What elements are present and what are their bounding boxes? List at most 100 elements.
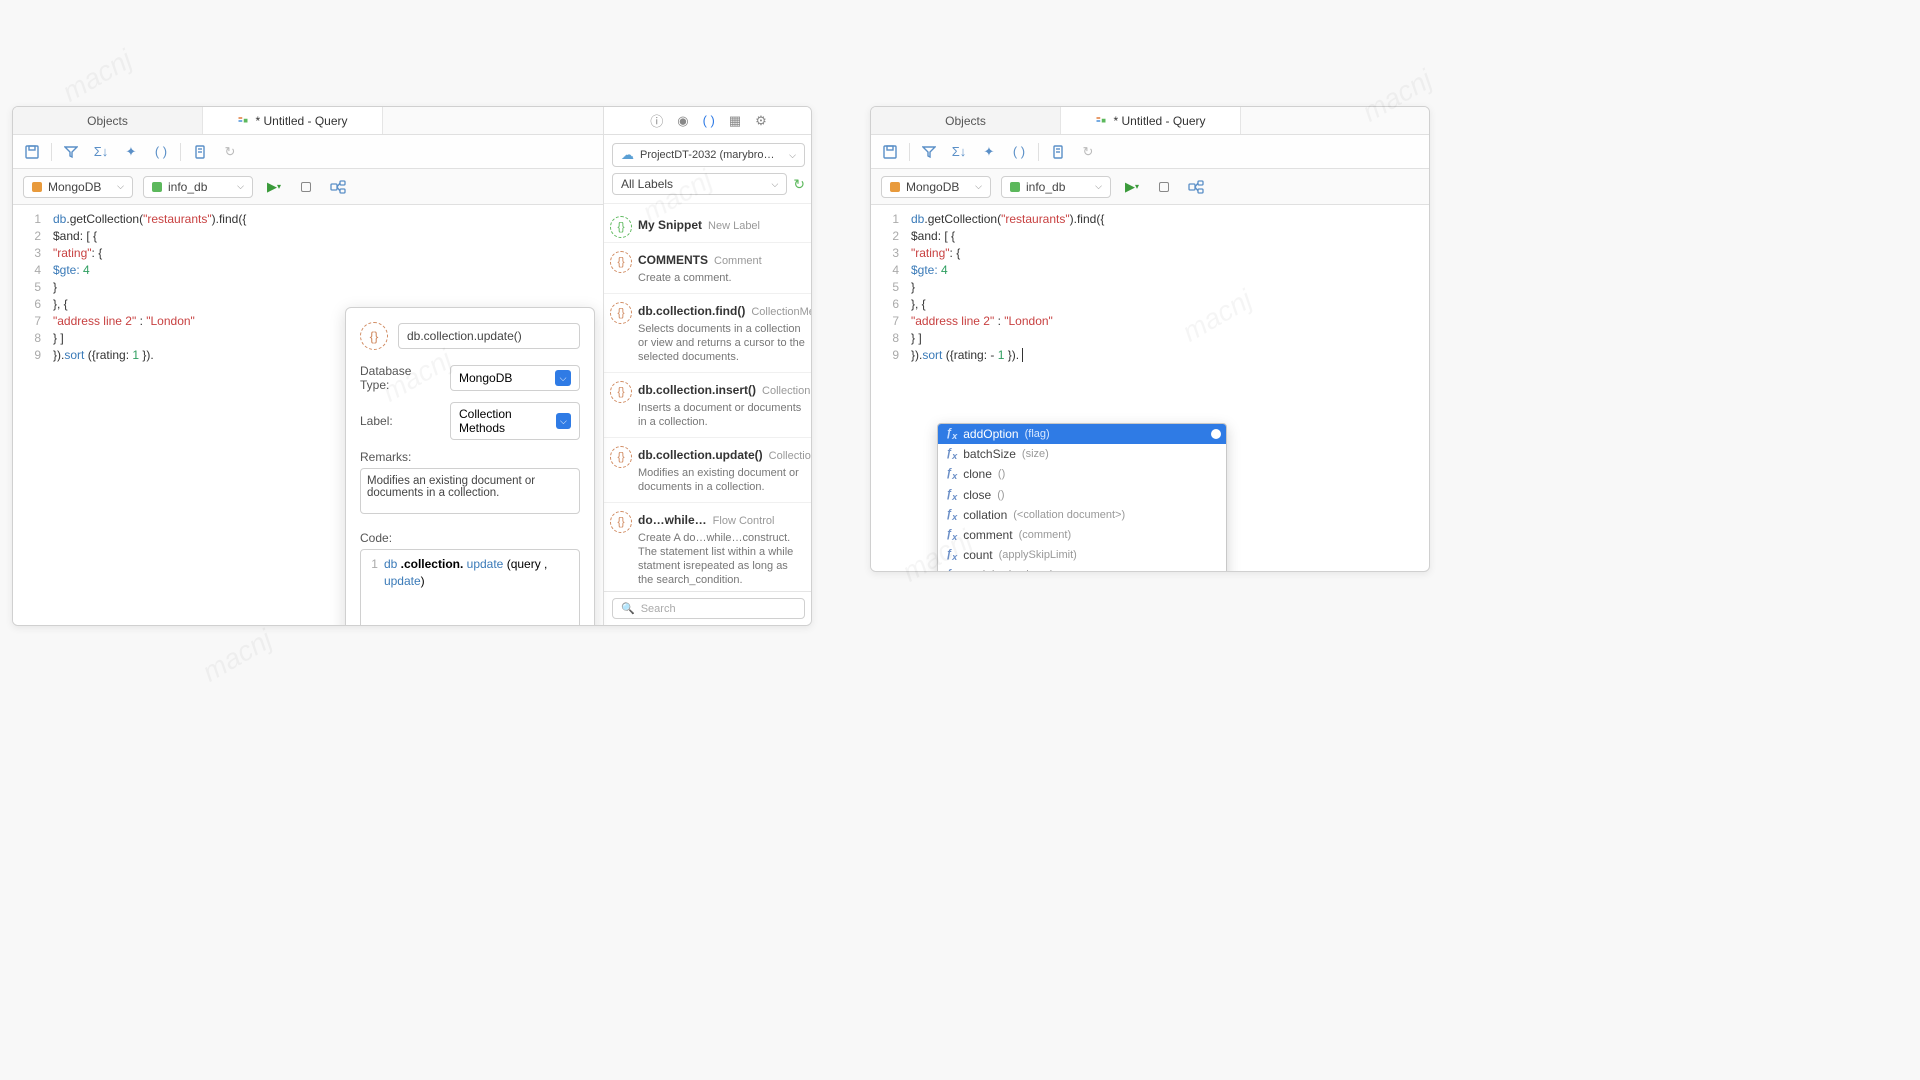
explain-icon[interactable] (327, 176, 349, 198)
connection-value: MongoDB (48, 180, 101, 194)
autocomplete-item[interactable]: ƒxcomment (comment) (938, 525, 1226, 545)
label-filter-value: All Labels (621, 177, 673, 191)
snippet-list[interactable]: {} My SnippetNew Label {} COMMENTSCommen… (604, 204, 812, 591)
document-icon[interactable] (1047, 141, 1069, 163)
sync-icon[interactable]: ↻ (793, 176, 805, 193)
code-textarea[interactable]: 1db .collection. update (query , update) (360, 549, 580, 626)
autocomplete-item[interactable]: ƒxbatchSize (size) (938, 444, 1226, 464)
snippet-icon: {} (610, 302, 632, 324)
refresh-icon[interactable]: ↻ (1077, 141, 1099, 163)
autocomplete-item[interactable]: ƒxaddOption (flag) (938, 424, 1226, 444)
database-icon (1010, 182, 1020, 192)
snippet-item[interactable]: {} COMMENTSComment Create a comment. (604, 243, 812, 294)
filter-icon[interactable] (918, 141, 940, 163)
sort-icon[interactable]: Σ↓ (90, 141, 112, 163)
snippet-search: 🔍 Search (604, 591, 812, 625)
tab-bar: Objects * Untitled - Query (871, 107, 1429, 135)
code-editor[interactable]: 123456789 db.getCollection("restaurants"… (871, 205, 1429, 571)
snippet-item[interactable]: {} db.collection.find()CollectionMet… Se… (604, 294, 812, 373)
code-label: Code: (360, 531, 580, 545)
chevron-down-icon: ⌵ (117, 181, 124, 192)
remarks-textarea[interactable]: Modifies an existing document or documen… (360, 468, 580, 514)
snippet-item[interactable]: {} db.collection.insert()Collection… Ins… (604, 373, 812, 438)
function-icon: ƒx (946, 447, 957, 461)
autocomplete-item[interactable]: ƒxcount (applySkipLimit) (938, 545, 1226, 565)
snippet-item[interactable]: {} db.collection.update()Collection… Mod… (604, 438, 812, 503)
label-filter-select[interactable]: All Labels ⌵ (612, 173, 787, 195)
database-select[interactable]: info_db ⌵ (1001, 176, 1111, 198)
chevron-down-icon: ⌵ (789, 150, 796, 161)
grid-icon[interactable]: ▦ (729, 113, 741, 129)
query-icon (1095, 115, 1107, 127)
mongodb-icon (32, 182, 42, 192)
chevron-down-icon: ⌵ (771, 179, 778, 190)
snippet-icon: {} (360, 322, 388, 350)
snippet-icon: {} (610, 511, 632, 533)
connection-select[interactable]: MongoDB ⌵ (23, 176, 133, 198)
editor-window-right: Objects * Untitled - Query Σ↓ ✦ ( ) ↻ Mo… (870, 106, 1430, 572)
gear-icon[interactable]: ⚙ (755, 113, 767, 129)
autocomplete-popup[interactable]: ƒxaddOption (flag) ƒxbatchSize (size) ƒx… (937, 423, 1227, 572)
snippet-icon: {} (610, 381, 632, 403)
function-icon: ƒx (946, 488, 957, 502)
snippet-filters: ☁ ProjectDT-2032 (marybro… ⌵ All Labels … (604, 135, 812, 204)
tab-objects[interactable]: Objects (871, 107, 1061, 134)
magic-icon[interactable]: ✦ (978, 141, 1000, 163)
tab-label: Objects (87, 114, 128, 128)
tab-objects[interactable]: Objects (13, 107, 203, 134)
tab-label: * Untitled - Query (1113, 114, 1205, 128)
separator (1038, 143, 1039, 161)
function-icon: ƒx (946, 508, 957, 522)
editor-window-left: Objects * Untitled - Query Σ↓ ✦ ( ) ↻ Mo… (12, 106, 812, 626)
snippet-title-input[interactable] (398, 323, 580, 349)
info-icon[interactable]: ⓘ (650, 111, 663, 130)
tab-label: * Untitled - Query (255, 114, 347, 128)
autocomplete-item[interactable]: ƒxcollation (<collation document>) (938, 505, 1226, 525)
snippet-icon: {} (610, 446, 632, 468)
run-button[interactable]: ▶▾ (263, 176, 285, 198)
db-type-select[interactable]: MongoDB ⌵ (450, 365, 580, 391)
label-select[interactable]: Collection Methods ⌵ (450, 402, 580, 440)
magic-icon[interactable]: ✦ (120, 141, 142, 163)
sort-icon[interactable]: Σ↓ (948, 141, 970, 163)
search-input[interactable]: 🔍 Search (612, 598, 805, 619)
search-icon: 🔍 (621, 602, 635, 615)
stop-button[interactable] (1153, 176, 1175, 198)
connection-select[interactable]: MongoDB ⌵ (881, 176, 991, 198)
project-select[interactable]: ☁ ProjectDT-2032 (marybro… ⌵ (612, 143, 805, 167)
scroll-indicator (1210, 428, 1222, 440)
refresh-icon[interactable]: ↻ (219, 141, 241, 163)
snippets-view-toggle: ⓘ ◉ ( ) ▦ ⚙ (604, 107, 812, 135)
connection-value: MongoDB (906, 180, 959, 194)
run-button[interactable]: ▶▾ (1121, 176, 1143, 198)
filter-icon[interactable] (60, 141, 82, 163)
parens-icon[interactable]: ( ) (1008, 141, 1030, 163)
tab-untitled-query[interactable]: * Untitled - Query (203, 107, 383, 134)
connection-bar: MongoDB ⌵ info_db ⌵ ▶▾ (871, 169, 1429, 205)
stop-button[interactable] (295, 176, 317, 198)
autocomplete-item[interactable]: ƒxexplain (verbose) (938, 565, 1226, 572)
tab-untitled-query[interactable]: * Untitled - Query (1061, 107, 1241, 134)
save-icon[interactable] (21, 141, 43, 163)
db-type-label: Database Type: (360, 364, 442, 392)
separator (51, 143, 52, 161)
chevron-down-icon: ⌵ (555, 370, 571, 386)
editor-toolbar: Σ↓ ✦ ( ) ↻ (871, 135, 1429, 169)
database-select[interactable]: info_db ⌵ (143, 176, 253, 198)
function-icon: ƒx (946, 548, 957, 562)
snippet-item[interactable]: {} do…while…Flow Control Create A do…whi… (604, 503, 812, 591)
snippet-icon: {} (610, 216, 632, 238)
braces-icon[interactable]: ( ) (703, 113, 715, 128)
document-icon[interactable] (189, 141, 211, 163)
autocomplete-item[interactable]: ƒxclose () (938, 485, 1226, 505)
separator (909, 143, 910, 161)
mongodb-icon (890, 182, 900, 192)
cloud-icon: ☁ (621, 147, 634, 163)
parens-icon[interactable]: ( ) (150, 141, 172, 163)
save-icon[interactable] (879, 141, 901, 163)
snippet-item[interactable]: {} My SnippetNew Label (604, 208, 812, 243)
autocomplete-item[interactable]: ƒxclone () (938, 464, 1226, 484)
eye-icon[interactable]: ◉ (677, 113, 688, 129)
database-value: info_db (168, 180, 207, 194)
explain-icon[interactable] (1185, 176, 1207, 198)
